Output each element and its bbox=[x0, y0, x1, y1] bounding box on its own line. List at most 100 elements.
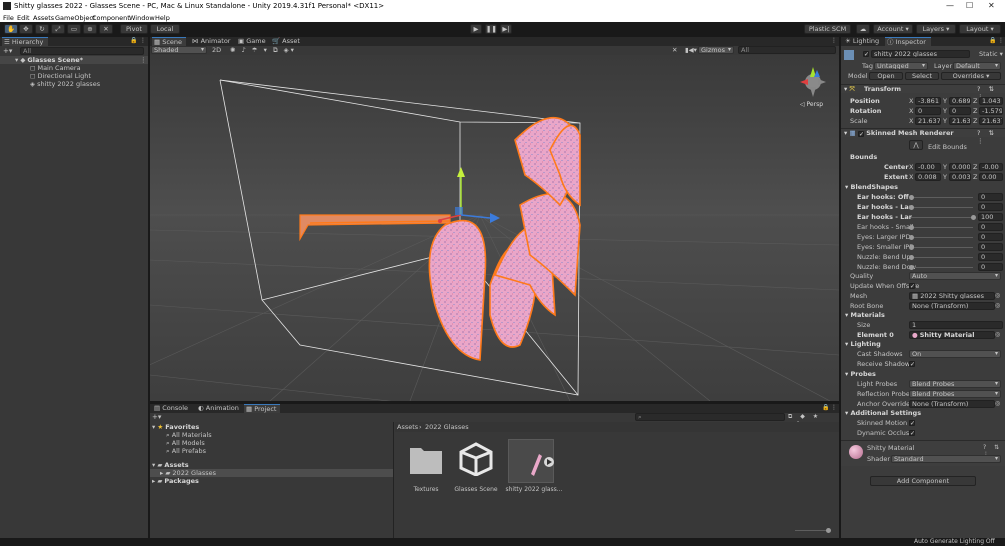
size-field[interactable]: 1 bbox=[909, 321, 1003, 329]
hierarchy-item-main-camera[interactable]: ◻ Main Camera bbox=[30, 64, 81, 72]
overrides-button[interactable]: Overrides ▾ bbox=[941, 72, 1001, 80]
blendshape-slider[interactable] bbox=[911, 227, 973, 228]
blendshape-slider-knob[interactable] bbox=[909, 265, 914, 270]
rotate-tool-icon[interactable]: ↻ bbox=[35, 24, 49, 34]
lock-icon[interactable]: 🔒 bbox=[130, 37, 137, 44]
persp-label[interactable]: ◁ Persp bbox=[800, 101, 823, 108]
pivot-button[interactable]: Pivot bbox=[120, 24, 148, 34]
blendshape-slider-knob[interactable] bbox=[909, 255, 914, 260]
component-menu-icons[interactable]: ? ⇅ ⋮ bbox=[977, 129, 1005, 145]
center-y-field[interactable]: 0.000 bbox=[949, 163, 971, 171]
skinned-motion-checkbox[interactable]: ✓ bbox=[909, 420, 915, 427]
tab-asset-store[interactable]: 🛒 Asset Store bbox=[270, 37, 318, 54]
add-icon[interactable]: +▾ bbox=[3, 47, 12, 55]
scale-z-field[interactable]: 21.637 bbox=[979, 117, 1003, 125]
menu-gameobject[interactable]: GameObject bbox=[55, 14, 96, 22]
blendshape-slider[interactable] bbox=[911, 247, 973, 248]
probes-foldout[interactable]: ▾ Probes bbox=[845, 370, 876, 378]
blendshape-slider-knob[interactable] bbox=[909, 205, 914, 210]
blendshape-slider[interactable] bbox=[911, 217, 973, 218]
tab-inspector[interactable]: ⓘ Inspector bbox=[885, 37, 931, 46]
root-bone-field[interactable]: None (Transform) bbox=[909, 302, 995, 310]
favorite-all-prefabs[interactable]: ⌕ All Prefabs bbox=[166, 447, 206, 455]
blendshape-value-field[interactable]: 0 bbox=[978, 223, 1003, 231]
scale-x-field[interactable]: 21.637 bbox=[915, 117, 941, 125]
blendshape-slider[interactable] bbox=[911, 237, 973, 238]
packages-section[interactable]: ▸ ▰ Packages bbox=[152, 477, 199, 485]
dynamic-occlusion-checkbox[interactable]: ✓ bbox=[909, 430, 915, 437]
tab-animation[interactable]: ◐ Animation bbox=[196, 404, 240, 413]
panel-menu-icon[interactable]: ⋮ bbox=[831, 404, 837, 411]
file-glasses-scene[interactable] bbox=[458, 442, 494, 477]
favorites-section[interactable]: ▾ ★ Favorites bbox=[152, 423, 199, 431]
tab-project[interactable]: ▦ Project bbox=[244, 404, 280, 413]
menu-component[interactable]: Component bbox=[92, 14, 130, 22]
zoom-slider[interactable] bbox=[795, 530, 830, 531]
lighting-foldout[interactable]: ▾ Lighting bbox=[845, 340, 881, 348]
rotation-y-field[interactable]: 0 bbox=[949, 107, 971, 115]
file-textures[interactable] bbox=[408, 442, 444, 476]
static-toggle[interactable]: Static ▾ bbox=[979, 50, 1003, 58]
additional-settings-foldout[interactable]: ▾ Additional Settings bbox=[845, 409, 921, 417]
menu-file[interactable]: File bbox=[3, 14, 14, 22]
object-picker-icon[interactable]: ◎ bbox=[995, 292, 1000, 299]
folder-2022-glasses[interactable]: ▸ ▰ 2022 Glasses bbox=[150, 469, 393, 477]
add-component-button[interactable]: Add Component bbox=[870, 476, 976, 486]
extent-x-field[interactable]: 0.008 bbox=[915, 173, 941, 181]
object-picker-icon[interactable]: ◎ bbox=[995, 331, 1000, 338]
tab-lighting[interactable]: ☀ Lighting bbox=[843, 37, 881, 46]
tab-scene[interactable]: ▦ Scene bbox=[152, 37, 186, 46]
minimize-icon[interactable]: — bbox=[946, 1, 954, 10]
blendshape-slider-knob[interactable] bbox=[909, 195, 914, 200]
lock-icon[interactable]: 🔒 bbox=[989, 37, 996, 44]
object-name-field[interactable]: shitty 2022 glasses bbox=[871, 50, 970, 58]
step-icon[interactable]: ▶| bbox=[500, 24, 512, 34]
assets-section[interactable]: ▾ ▰ Assets bbox=[152, 461, 189, 469]
breadcrumb-leaf[interactable]: 2022 Glasses bbox=[425, 423, 469, 431]
reflection-probes-dropdown[interactable]: Blend Probes bbox=[909, 390, 1001, 398]
scene-row[interactable]: ▾ ◆ Glasses Scene* ⋮ bbox=[0, 56, 148, 64]
open-button[interactable]: Open bbox=[869, 72, 903, 80]
lock-icon[interactable]: 🔒 bbox=[822, 404, 829, 411]
menu-window[interactable]: Window bbox=[129, 14, 155, 22]
shading-dropdown[interactable]: Shaded bbox=[151, 46, 207, 54]
menu-assets[interactable]: Assets bbox=[33, 14, 54, 22]
rotation-x-field[interactable]: 0 bbox=[915, 107, 941, 115]
panel-menu-icon[interactable]: ⋮ bbox=[140, 37, 146, 44]
center-z-field[interactable]: -0.00 bbox=[979, 163, 1003, 171]
hand-tool-icon[interactable]: ✋ bbox=[4, 24, 18, 34]
scene-menu-icon[interactable]: ⋮ bbox=[140, 56, 147, 64]
layer-dropdown[interactable]: Default bbox=[953, 62, 1001, 70]
quality-dropdown[interactable]: Auto bbox=[909, 272, 1001, 280]
skinned-enabled-checkbox[interactable]: ✓ bbox=[857, 131, 864, 138]
blendshape-value-field[interactable]: 0 bbox=[978, 243, 1003, 251]
receive-shadows-checkbox[interactable]: ✓ bbox=[909, 361, 915, 368]
menu-help[interactable]: Help bbox=[155, 14, 170, 22]
skinned-mesh-header[interactable]: ▾ ▦ ✓ Skinned Mesh Renderer ? ⇅ ⋮ bbox=[841, 128, 1005, 145]
tag-dropdown[interactable]: Untagged bbox=[874, 62, 928, 70]
position-y-field[interactable]: 0.689 bbox=[949, 97, 971, 105]
mesh-field[interactable]: ▦ 2022 Shitty glasses bbox=[909, 292, 995, 300]
blendshape-slider-knob[interactable] bbox=[909, 245, 914, 250]
extent-y-field[interactable]: 0.003 bbox=[949, 173, 971, 181]
anchor-override-field[interactable]: None (Transform) bbox=[909, 400, 995, 408]
element0-field[interactable]: ● Shitty Material bbox=[909, 331, 995, 339]
hierarchy-item-glasses[interactable]: ◈ shitty 2022 glasses bbox=[0, 80, 148, 88]
materials-foldout[interactable]: ▾ Materials bbox=[845, 311, 885, 319]
blendshape-slider[interactable] bbox=[911, 197, 973, 198]
scene-search-input[interactable]: All bbox=[738, 46, 836, 54]
2d-toggle[interactable]: 2D bbox=[212, 46, 221, 54]
scale-tool-icon[interactable]: ⤢ bbox=[51, 24, 65, 34]
blendshape-value-field[interactable]: 0 bbox=[978, 253, 1003, 261]
move-tool-icon[interactable]: ✥ bbox=[19, 24, 33, 34]
menu-edit[interactable]: Edit bbox=[17, 14, 30, 22]
local-button[interactable]: Local bbox=[150, 24, 180, 34]
blendshape-value-field[interactable]: 0 bbox=[978, 203, 1003, 211]
position-z-field[interactable]: 1.043 bbox=[979, 97, 1003, 105]
gizmos-dropdown[interactable]: Gizmos bbox=[698, 46, 734, 54]
active-checkbox[interactable]: ✓ bbox=[863, 51, 869, 58]
rotation-z-field[interactable]: -1.579 bbox=[979, 107, 1003, 115]
cloud-icon[interactable]: ☁ bbox=[856, 24, 870, 34]
blendshapes-foldout[interactable]: ▾ BlendShapes bbox=[845, 183, 898, 191]
blendshape-value-field[interactable]: 100 bbox=[978, 213, 1003, 221]
